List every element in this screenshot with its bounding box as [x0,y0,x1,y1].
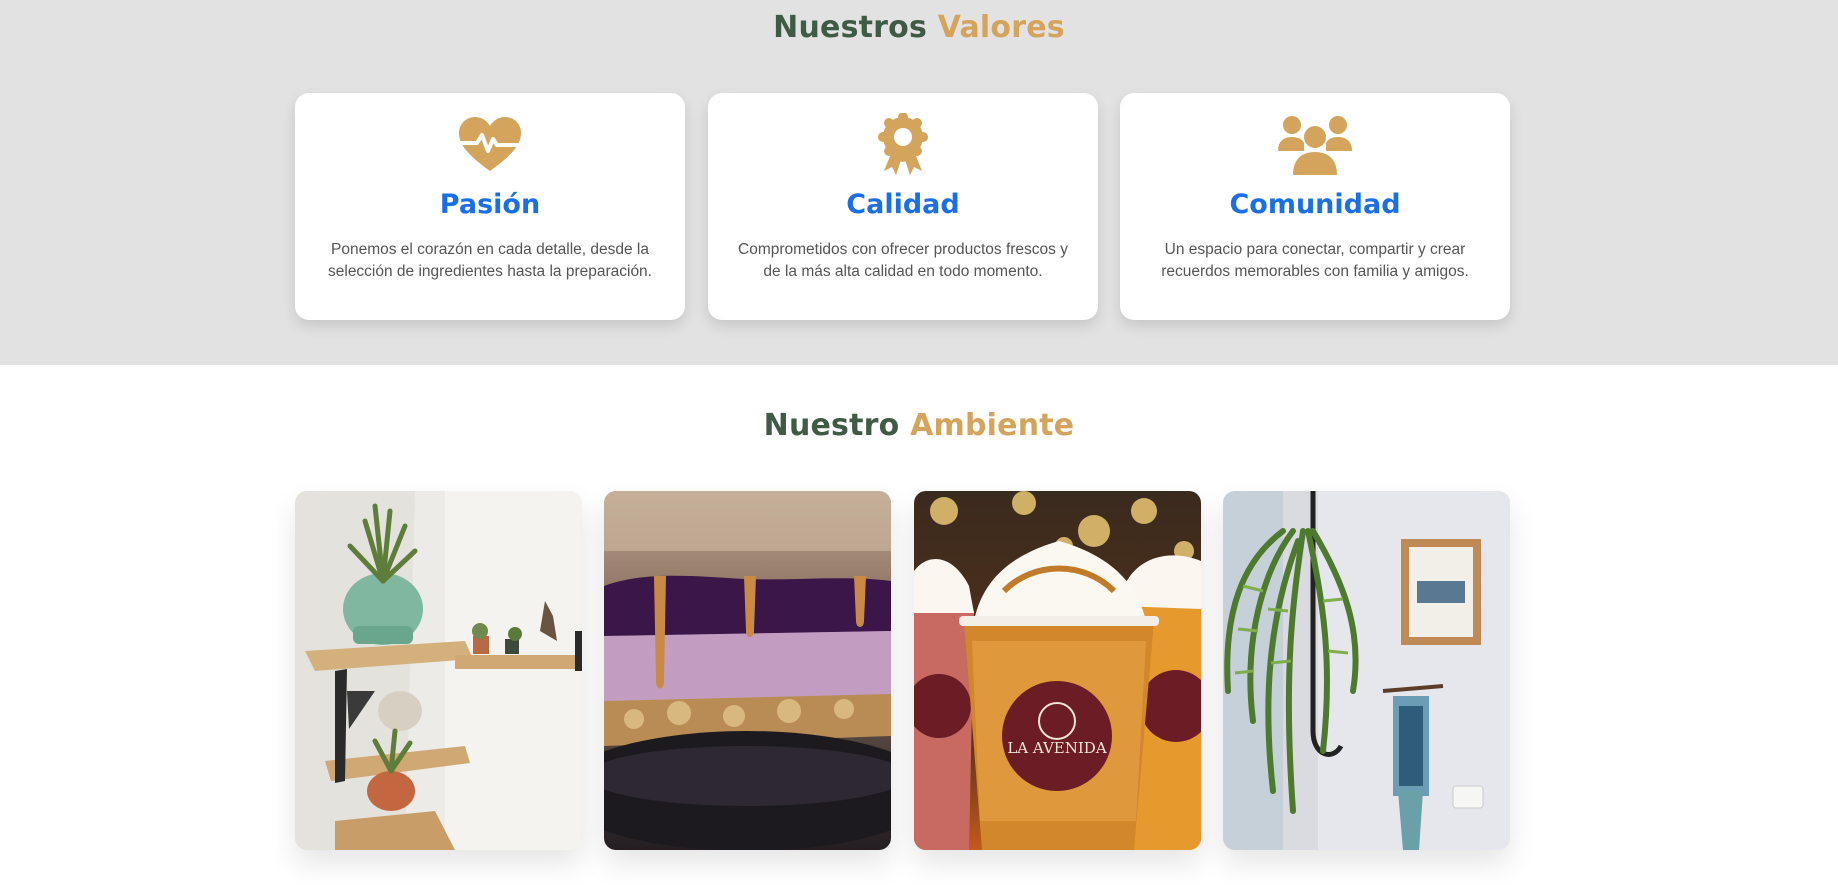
ambiente-title: Nuestro Ambiente [0,408,1838,443]
award-ribbon-icon [868,112,938,177]
gallery-photo-shelves-plants[interactable] [295,491,582,850]
value-card-pasion: Pasión Ponemos el corazón en cada detall… [295,93,685,320]
value-card-comunidad: Comunidad Un espacio para conectar, comp… [1120,93,1510,320]
ambiente-title-part2: Ambiente [910,408,1075,443]
gallery-photo-fern-wall[interactable] [1223,491,1510,850]
value-card-calidad: Calidad Comprometidos con ofrecer produc… [708,93,1098,320]
card-text: Ponemos el corazón en cada detalle, desd… [328,241,652,280]
card-title: Calidad [846,189,960,220]
drink-label-text: LA AVENIDA [1007,739,1107,757]
ambiente-title-part1: Nuestro [763,408,900,443]
card-title: Pasión [439,189,541,220]
gallery-photo-cheesecake[interactable] [604,491,891,850]
gallery-photo-drinks[interactable]: LA AVENIDA [914,491,1201,850]
card-title: Comunidad [1229,189,1401,220]
card-text: Comprometidos con ofrecer productos fres… [738,241,1068,280]
valores-title-part2: Valores [937,10,1065,45]
valores-title: Nuestros Valores [0,10,1838,45]
valores-section: Nuestros Valores Pasión Ponemos el coraz… [0,0,1838,365]
valores-title-part1: Nuestros [773,10,928,45]
heartbeat-icon [455,113,525,177]
card-text: Un espacio para conectar, compartir y cr… [1161,241,1469,280]
users-group-icon [1276,113,1354,177]
